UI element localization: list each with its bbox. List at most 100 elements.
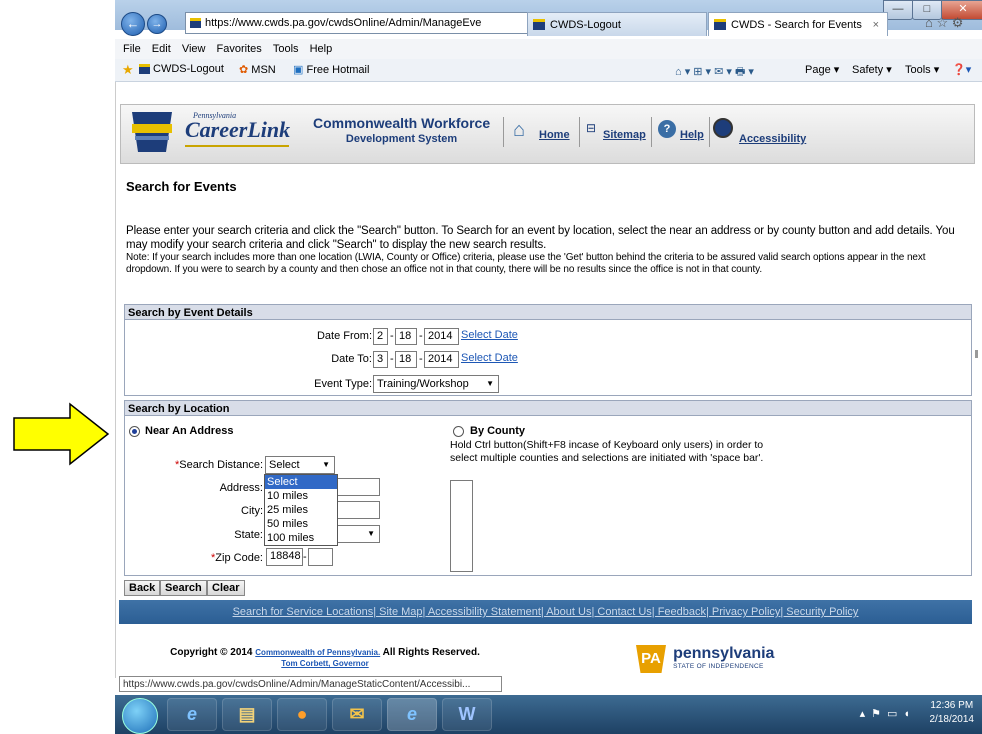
tab-favicon-icon <box>533 19 545 30</box>
distance-option[interactable]: 10 miles <box>265 489 337 503</box>
explorer-folder-icon[interactable]: ▤ <box>222 698 272 731</box>
start-button[interactable] <box>122 698 158 734</box>
date-from-month[interactable]: 2 <box>373 328 388 345</box>
site-header: Pennsylvania CareerLink Commonwealth Wor… <box>120 104 975 164</box>
site-favicon-icon <box>190 18 201 29</box>
menu-favorites[interactable]: Favorites <box>217 39 262 59</box>
yellow-arrow-annotation <box>13 402 110 466</box>
search-button[interactable]: Search <box>160 580 207 596</box>
back-button[interactable]: Back <box>124 580 161 596</box>
commonwealth-link[interactable]: Commonwealth of Pennsylvania. <box>255 648 380 657</box>
date-from-day[interactable]: 18 <box>395 328 417 345</box>
help-icon[interactable]: ❓▾ <box>952 63 971 76</box>
menu-edit[interactable]: Edit <box>152 39 171 59</box>
header-home-link[interactable]: Home <box>539 129 570 141</box>
zip-code-label: *Zip Code: <box>211 552 263 564</box>
forward-nav-button[interactable]: → <box>147 14 167 34</box>
scrollbar-thumb[interactable] <box>975 350 978 358</box>
system-clock[interactable]: 12:36 PM 2/18/2014 <box>930 699 975 727</box>
cmd-icons[interactable]: ⌂ ▾ ⊞ ▾ ✉ ▾ 🖶 ▾ <box>675 63 754 82</box>
event-details-heading: Search by Event Details <box>124 304 972 320</box>
chevron-down-icon: ▼ <box>486 379 494 388</box>
distance-option[interactable]: 50 miles <box>265 517 337 531</box>
back-nav-button[interactable]: ← <box>121 12 145 36</box>
word-icon[interactable]: W <box>442 698 492 731</box>
header-help-link[interactable]: Help <box>680 129 704 141</box>
near-address-radio[interactable] <box>129 426 140 437</box>
home-star-gear-icons[interactable]: ⌂ ☆ ⚙ <box>925 15 963 31</box>
search-distance-label: *Search Distance: <box>174 459 263 471</box>
system-title: Commonwealth Workforce Development Syste… <box>313 115 491 145</box>
cmd-safety[interactable]: Safety ▾ <box>852 63 892 76</box>
date-separator: - <box>419 330 423 342</box>
header-accessibility-link[interactable]: Accessibility <box>739 133 806 145</box>
cmd-page[interactable]: Page ▾ <box>805 63 839 76</box>
copyright: Copyright © 2014 Commonwealth of Pennsyl… <box>170 647 480 668</box>
menu-tools[interactable]: Tools <box>273 39 299 59</box>
distance-option[interactable]: 100 miles <box>265 531 337 545</box>
fav-hotmail[interactable]: ▣ Free Hotmail <box>293 63 369 76</box>
pa-tagline: STATE OF INDEPENDENCE <box>673 663 764 670</box>
by-county-radio[interactable] <box>453 426 464 437</box>
search-distance-dropdown-list: Select 10 miles 25 miles 50 miles 100 mi… <box>264 474 338 546</box>
careerlink-logo[interactable]: CareerLink <box>185 117 290 143</box>
pennsylvania-logo: PA pennsylvania STATE OF INDEPENDENCE <box>636 645 774 673</box>
date-from-select-link[interactable]: Select Date <box>461 329 518 341</box>
zip-code-input[interactable]: 18848 <box>266 548 303 566</box>
distance-option[interactable]: 25 miles <box>265 503 337 517</box>
header-divider <box>503 117 504 147</box>
home-icon: ⌂ <box>513 119 526 141</box>
ie-active-taskbar-icon[interactable]: e <box>387 698 437 731</box>
tab-cwds-logout[interactable]: CWDS-Logout <box>527 12 707 36</box>
location-heading: Search by Location <box>124 400 972 416</box>
pa-keystone-badge: PA <box>636 645 666 673</box>
media-player-icon[interactable]: ● <box>277 698 327 731</box>
clear-button[interactable]: Clear <box>207 580 245 596</box>
event-type-label: Event Type: <box>314 378 372 390</box>
near-address-label: Near An Address <box>145 425 234 437</box>
county-listbox[interactable] <box>450 480 473 572</box>
distance-option[interactable]: Select <box>265 475 337 489</box>
city-label: City: <box>241 505 263 517</box>
windows-taskbar: e ▤ ● ✉ e W ▴⚑▭◖ 12:36 PM 2/18/2014 <box>115 695 982 734</box>
cmd-tools[interactable]: Tools ▾ <box>905 63 939 76</box>
date-to-month[interactable]: 3 <box>373 351 388 368</box>
county-note: Hold Ctrl button(Shift+F8 incase of Keyb… <box>450 439 764 464</box>
event-details-section <box>124 320 972 396</box>
date-to-label: Date To: <box>331 353 372 365</box>
tab-search-events[interactable]: CWDS - Search for Events × <box>708 12 888 36</box>
menu-file[interactable]: File <box>123 39 141 59</box>
chevron-down-icon: ▼ <box>322 460 330 469</box>
zip-extension-input[interactable] <box>308 548 333 566</box>
status-url-tooltip: https://www.cwds.pa.gov/cwdsOnline/Admin… <box>119 676 502 692</box>
tab-close-icon[interactable]: × <box>873 13 879 36</box>
date-to-year[interactable]: 2014 <box>424 351 459 368</box>
by-county-label: By County <box>470 425 525 437</box>
governor-link[interactable]: Tom Corbett, Governor <box>281 659 368 668</box>
help-circle-icon: ? <box>658 120 676 138</box>
event-type-select[interactable]: Training/Workshop ▼ <box>373 375 499 393</box>
keystone-logo-icon <box>132 112 172 152</box>
fav-cwds-logout[interactable]: CWDS-Logout <box>139 63 224 75</box>
footer-links-bar[interactable]: Search for Service Locations| Site Map| … <box>119 600 972 624</box>
header-sitemap-link[interactable]: Sitemap <box>603 129 646 141</box>
page-title: Search for Events <box>126 179 237 194</box>
menu-view[interactable]: View <box>182 39 206 59</box>
date-from-year[interactable]: 2014 <box>424 328 459 345</box>
fav-favicon-icon <box>139 64 150 75</box>
date-separator: - <box>390 353 394 365</box>
outlook-icon[interactable]: ✉ <box>332 698 382 731</box>
date-to-day[interactable]: 18 <box>395 351 417 368</box>
favorites-bar: ★ CWDS-Logout ✿ MSN ▣ Free Hotmail ⌂ ▾ ⊞… <box>115 59 982 82</box>
date-from-label: Date From: <box>316 330 372 342</box>
system-tray-icons[interactable]: ▴⚑▭◖ <box>860 707 916 720</box>
ie-page-icon: ▣ <box>293 64 304 76</box>
menu-help[interactable]: Help <box>310 39 333 59</box>
header-divider <box>709 117 710 147</box>
header-divider <box>651 117 652 147</box>
fav-msn[interactable]: ✿ MSN <box>239 63 276 76</box>
favorites-star-icon[interactable]: ★ <box>122 62 134 78</box>
ie-taskbar-icon[interactable]: e <box>167 698 217 731</box>
search-distance-select[interactable]: Select ▼ <box>265 456 335 474</box>
date-to-select-link[interactable]: Select Date <box>461 352 518 364</box>
